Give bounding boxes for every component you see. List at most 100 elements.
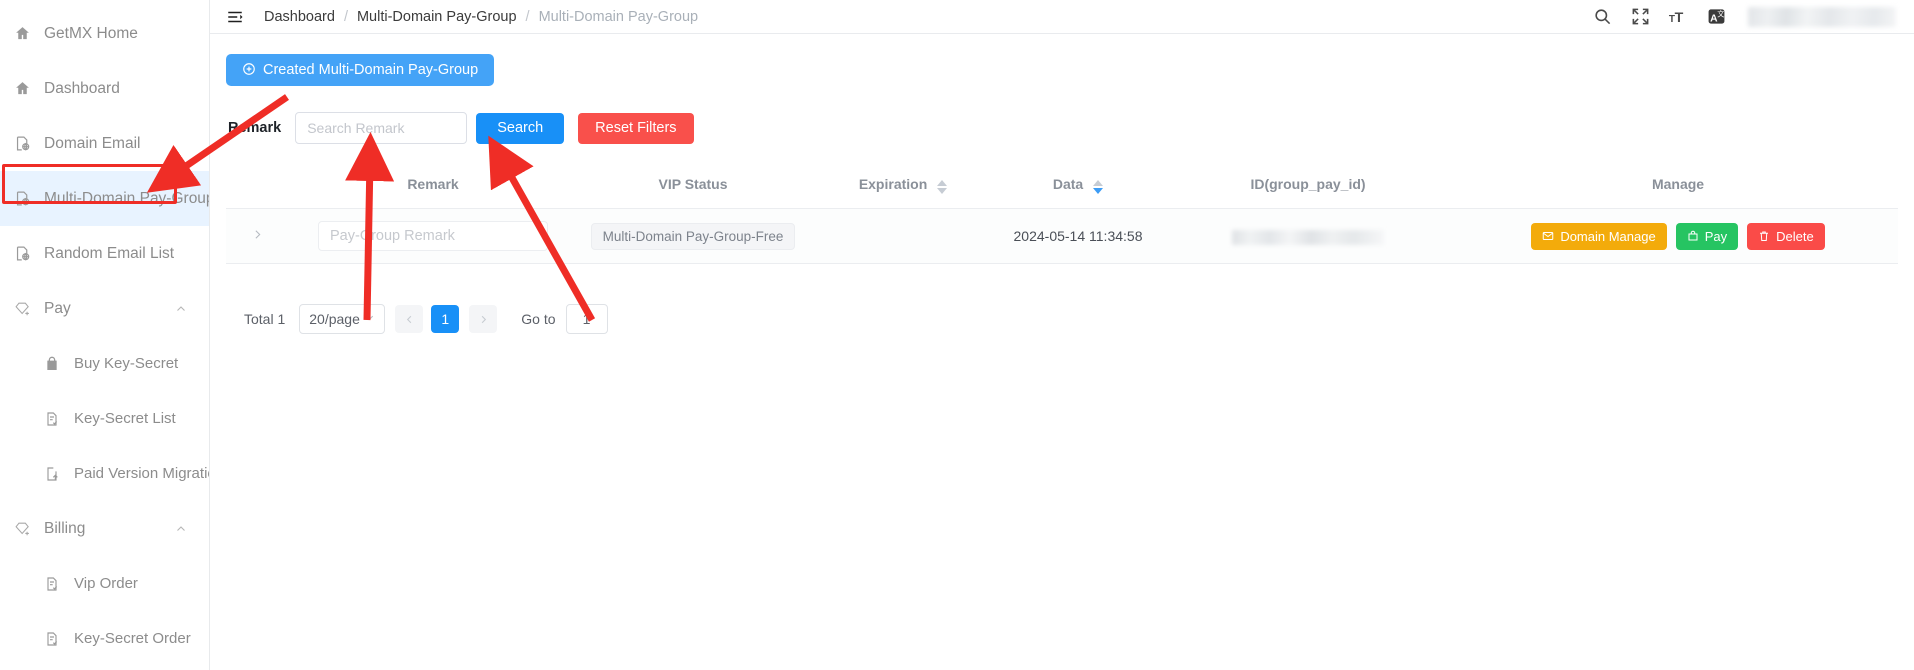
create-multi-domain-pay-group-button[interactable]: Created Multi-Domain Pay-Group [226,54,495,86]
column-label: Manage [1651,176,1705,193]
domain-manage-button[interactable]: Domain Manage [1531,222,1667,250]
sort-toggle-data[interactable] [1093,180,1104,195]
svg-text:T: T [1675,10,1684,26]
sidebar-item-key-secret-order[interactable]: Key-Secret Order [0,611,209,666]
pay-group-table: Remark VIP Status Expiration Data ID(gro… [226,166,1898,265]
breadcrumb-item-multi-domain-pay-group[interactable]: Multi-Domain Pay-Group [357,9,517,25]
bag-icon [1687,230,1699,242]
mail-icon [1542,230,1554,242]
sidebar-item-buy-key-secret[interactable]: Buy Key-Secret [0,336,209,391]
search-icon[interactable] [1592,7,1612,27]
pagination-next-button[interactable] [469,305,498,334]
sidebar-item-getmx-home[interactable]: GetMX Home [0,6,209,61]
column-header-manage: Manage [1458,166,1898,210]
breadcrumb-separator: / [525,8,530,25]
column-header-vip-status: VIP Status [578,166,808,210]
breadcrumb-separator: / [343,8,348,25]
table-row: Multi-Domain Pay-Group-Free 2024-05-14 1… [226,208,1898,265]
home-icon [14,25,40,43]
sort-toggle-expiration[interactable] [937,180,948,195]
sidebar-item-domain-email[interactable]: Domain Email [0,116,209,171]
top-bar: Dashboard / Multi-Domain Pay-Group / Mul… [210,0,1914,34]
translate-icon[interactable]: A 文 [1706,7,1726,27]
table-header-row: Remark VIP Status Expiration Data ID(gro… [226,166,1898,210]
sidebar-item-label: Multi-Domain Pay-Group [44,189,210,207]
row-manage-cell: Domain Manage Pay Delete [1458,208,1898,265]
list-icon [44,575,70,593]
pagination-prev-button[interactable] [395,305,424,334]
fullscreen-icon[interactable] [1630,7,1650,27]
sidebar-item-paid-version-migration[interactable]: Paid Version Migration [0,446,209,501]
column-header-id: ID(group_pay_id) [1158,166,1458,210]
sidebar-item-label: Dashboard [44,79,120,97]
sidebar-item-key-secret-list[interactable]: Key-Secret List [0,391,209,446]
column-label: Remark [407,176,459,193]
column-header-data[interactable]: Data [998,166,1158,210]
hamburger-icon[interactable] [224,6,246,28]
sidebar-item-label: Random Email List [44,244,175,262]
breadcrumb-item-current: Multi-Domain Pay-Group [538,8,699,25]
sidebar-item-label: Billing [44,519,86,537]
sidebar-item-label: Domain Email [44,134,141,152]
main-area: Dashboard / Multi-Domain Pay-Group / Mul… [210,0,1914,670]
action-label: Domain Manage [1560,228,1656,244]
sidebar-item-label: GetMX Home [44,24,138,42]
sidebar-item-label: Pay [44,299,71,317]
font-size-icon[interactable]: T T [1668,7,1688,27]
action-label: Pay [1704,228,1728,244]
list-icon [44,630,70,648]
row-expander-cell [226,208,288,265]
column-header-expander [226,166,288,210]
column-label: Data [1052,176,1084,192]
pagination-page-1[interactable]: 1 [431,305,460,334]
chevron-right-icon[interactable] [251,228,264,245]
column-header-remark: Remark [288,166,578,210]
sidebar-item-label: Key-Secret Order [74,630,191,647]
search-button[interactable]: Search [476,112,565,144]
delete-button[interactable]: Delete [1747,222,1825,250]
group-pay-id-redacted [1232,229,1384,245]
sidebar-group-pay[interactable]: Pay [0,281,209,336]
row-id-cell [1158,208,1458,265]
reset-filters-button[interactable]: Reset Filters [578,112,694,144]
sidebar-item-random-email-list[interactable]: Random Email List [0,226,209,281]
breadcrumb: Dashboard / Multi-Domain Pay-Group / Mul… [264,9,698,25]
sidebar-item-label: Buy Key-Secret [74,355,179,372]
pagination-total: Total 1 [244,311,286,328]
page-content: Created Multi-Domain Pay-Group Remark Se… [210,34,1914,335]
column-label: ID(group_pay_id) [1250,176,1366,193]
breadcrumb-item-dashboard[interactable]: Dashboard [264,9,335,25]
sidebar-item-label: Key-Secret List [74,410,176,427]
remark-filter-label: Remark [228,120,282,136]
page-size-value: 20/page [309,311,360,328]
pagination: Total 1 20/page 1 Go to [226,304,1898,335]
upload-icon [44,465,70,483]
remark-search-input[interactable] [295,112,468,144]
column-label: VIP Status [658,176,728,193]
page-size-select[interactable]: 20/page [299,304,386,335]
action-label: Delete [1776,228,1814,244]
bag-icon [44,355,70,373]
create-button-label: Created Multi-Domain Pay-Group [263,62,479,78]
vip-status-badge: Multi-Domain Pay-Group-Free [590,222,796,250]
user-account-redacted[interactable] [1748,6,1896,27]
diamond-icon [14,300,40,318]
sidebar-group-billing[interactable]: Billing [0,501,209,556]
app-root: GetMX Home Dashboard Domain Email Multi-… [0,0,1914,670]
pay-button[interactable]: Pay [1675,222,1739,250]
goto-label: Go to [521,311,556,328]
row-remark-input[interactable] [318,221,548,252]
goto-page-input[interactable] [565,304,608,335]
sidebar-item-dashboard[interactable]: Dashboard [0,61,209,116]
sidebar-group-referral-program[interactable]: Referral Program [0,666,209,670]
sidebar-item-label: Vip Order [74,575,138,592]
sidebar-item-vip-order[interactable]: Vip Order [0,556,209,611]
row-vip-status-cell: Multi-Domain Pay-Group-Free [578,208,808,265]
domain-icon [14,135,40,153]
chevron-down-icon [364,312,375,326]
chevron-up-icon [175,523,187,535]
column-header-expiration[interactable]: Expiration [808,166,998,210]
domain-icon [14,190,40,208]
svg-text:文: 文 [1717,10,1724,19]
sidebar-item-multi-domain-pay-group[interactable]: Multi-Domain Pay-Group [0,171,209,226]
